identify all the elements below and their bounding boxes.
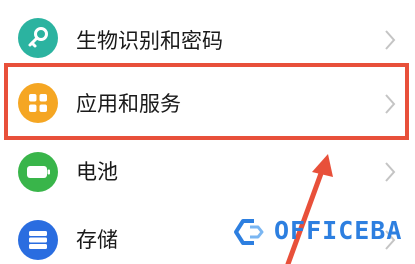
- chevron-right-icon: [385, 30, 396, 50]
- battery-icon: [18, 152, 58, 192]
- settings-item-label: 存储: [76, 228, 118, 252]
- settings-item-label: 生物识别和密码: [76, 29, 223, 53]
- chevron-right-icon: [385, 162, 396, 182]
- settings-item-apps[interactable]: 应用和服务: [0, 70, 415, 136]
- settings-item-biometrics[interactable]: 生物识别和密码: [0, 4, 415, 70]
- watermark: OFFICEBA: [230, 212, 415, 252]
- chevron-right-icon: [385, 94, 396, 114]
- settings-item-battery[interactable]: 电池: [0, 140, 415, 206]
- key-icon: [18, 18, 58, 58]
- watermark-text: OFFICEBA: [274, 216, 403, 245]
- watermark-logo-icon: [234, 219, 264, 245]
- storage-icon: [18, 220, 58, 260]
- settings-item-label: 电池: [76, 160, 118, 184]
- settings-item-label: 应用和服务: [76, 92, 181, 116]
- apps-grid-icon: [18, 83, 58, 123]
